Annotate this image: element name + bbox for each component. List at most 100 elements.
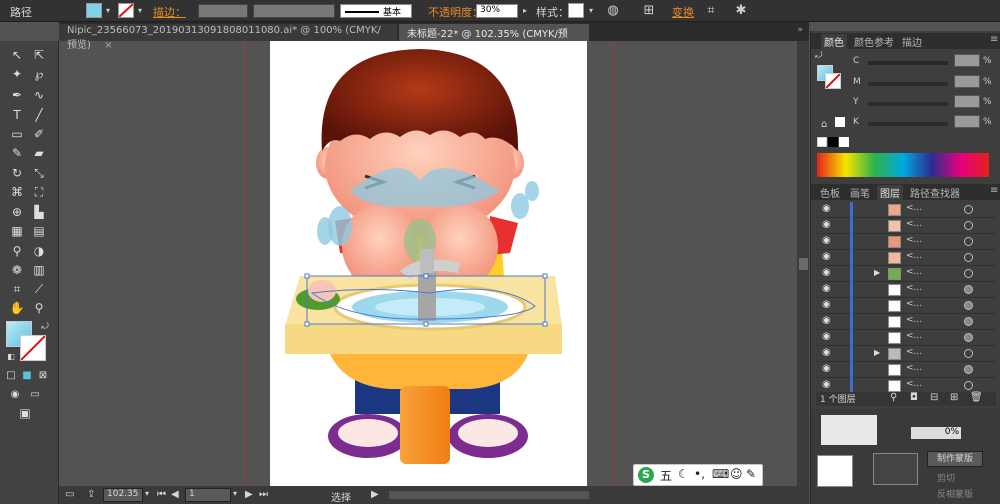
opacity-percent-field[interactable]: 0% (911, 427, 961, 439)
transform-link[interactable]: 变换 (672, 4, 694, 20)
share-icon[interactable]: ⇪ (87, 489, 95, 500)
variable-width-profile[interactable] (253, 4, 335, 18)
free-transform-icon[interactable]: ⛶ (30, 184, 48, 201)
gradient-mode-icon[interactable]: ■ (21, 367, 33, 384)
layer-row[interactable]: ◉ <... (816, 282, 996, 298)
color-spectrum[interactable] (817, 153, 989, 177)
ime-toolbar[interactable]: S 五 ☾ •, ⌨ ☺ ✎ (633, 464, 763, 486)
layer-name[interactable]: <... (906, 203, 922, 213)
target-circle-icon[interactable] (964, 301, 973, 310)
color-mode-icon[interactable]: □ (5, 367, 17, 384)
eraser-icon[interactable]: ▰ (30, 145, 48, 162)
layer-row[interactable]: ◉ ▶ <... (816, 346, 996, 362)
chevron-down-icon[interactable]: ▾ (145, 489, 149, 498)
expand-triangle-icon[interactable]: ▶ (874, 348, 880, 357)
visibility-eye-icon[interactable]: ◉ (822, 219, 831, 230)
chevron-down-icon[interactable]: ▾ (233, 489, 237, 498)
target-circle-icon[interactable] (964, 237, 973, 246)
mesh-tool-icon[interactable]: ▦ (8, 223, 26, 240)
make-mask-button[interactable]: 制作蒙版 (927, 451, 983, 467)
close-icon[interactable]: × (104, 40, 112, 51)
panel-menu-icon[interactable]: ≡ (987, 34, 1000, 45)
opacity-label[interactable]: 不透明度： (428, 4, 483, 20)
none-swatch[interactable] (817, 137, 827, 147)
visibility-eye-icon[interactable]: ◉ (822, 363, 831, 374)
layer-name[interactable]: <... (906, 267, 922, 277)
stroke-swatch[interactable] (118, 3, 134, 18)
channel-k-slider[interactable] (868, 122, 948, 126)
chevron-down-icon[interactable]: ▾ (134, 2, 146, 20)
target-circle-icon[interactable] (964, 381, 973, 390)
delete-layer-icon[interactable]: 🗑 (970, 392, 983, 403)
swap-colors-icon[interactable]: ⤾ (815, 51, 823, 61)
panel-menu-icon[interactable]: ✱ (732, 2, 750, 20)
black-swatch[interactable] (828, 137, 838, 147)
layer-name[interactable]: <... (906, 219, 922, 229)
white-swatch[interactable] (839, 137, 849, 147)
visibility-eye-icon[interactable]: ◉ (822, 251, 831, 262)
layer-row[interactable]: ◉ <... (816, 202, 996, 218)
visibility-eye-icon[interactable]: ◉ (822, 347, 831, 358)
target-circle-icon[interactable] (964, 333, 973, 342)
layer-row[interactable]: ◉ <... (816, 234, 996, 250)
visibility-eye-icon[interactable]: ◉ (822, 235, 831, 246)
artboard-number-field[interactable]: 1 (185, 488, 231, 502)
target-circle-icon[interactable] (964, 317, 973, 326)
screen-mode-icon[interactable]: ▭ (26, 386, 44, 403)
locate-object-icon[interactable]: ⚲ (890, 392, 897, 403)
moon-icon[interactable]: ☾ (678, 467, 689, 481)
none-mode-icon[interactable]: ⊠ (37, 367, 49, 384)
blend-tool-icon[interactable]: ◑ (30, 243, 48, 260)
status-menu-icon[interactable]: ▶ (371, 489, 379, 500)
stroke-color-box[interactable] (825, 73, 841, 89)
layer-row[interactable]: ◉ <... (816, 218, 996, 234)
white-swatch[interactable] (835, 117, 845, 127)
channel-m-field[interactable] (954, 75, 980, 88)
stroke-weight-field[interactable] (198, 4, 248, 18)
target-circle-icon[interactable] (964, 221, 973, 230)
target-circle-icon[interactable] (964, 269, 973, 278)
channel-k-field[interactable] (954, 115, 980, 128)
layer-name[interactable]: <... (906, 347, 922, 357)
direct-selection-tool-icon[interactable]: ⇱ (30, 47, 48, 64)
zoom-tool-icon[interactable]: ⚲ (30, 300, 48, 317)
scrollbar-thumb[interactable] (799, 258, 808, 270)
stroke-label[interactable]: 描边： (153, 4, 186, 20)
fill-swatch[interactable] (86, 3, 102, 18)
layer-name[interactable]: <... (906, 283, 922, 293)
default-colors-icon[interactable]: ◧ (2, 348, 20, 365)
channel-m-slider[interactable] (868, 82, 948, 86)
pen-tool-icon[interactable]: ✒ (8, 87, 26, 104)
user-icon[interactable]: ☺ (730, 467, 743, 481)
out-of-gamut-icon[interactable]: ⌂ (821, 119, 827, 130)
horizontal-scrollbar[interactable] (389, 491, 589, 499)
channel-c-field[interactable] (954, 54, 980, 67)
first-artboard-icon[interactable]: ⏮ (157, 489, 166, 500)
artboard-tool-icon[interactable]: ⌗ (8, 281, 26, 298)
rotate-tool-icon[interactable]: ↻ (8, 165, 26, 182)
double-chevron-icon[interactable]: » (797, 25, 803, 35)
chevron-down-icon[interactable]: ▾ (102, 2, 114, 20)
slice-tool-icon[interactable]: ⟋ (30, 281, 48, 298)
layer-row[interactable]: ◉ <... (816, 314, 996, 330)
previous-artboard-icon[interactable]: ◀ (171, 489, 179, 500)
visibility-eye-icon[interactable]: ◉ (822, 299, 831, 310)
visibility-eye-icon[interactable]: ◉ (822, 283, 831, 294)
scale-tool-icon[interactable]: ⤡ (30, 165, 48, 182)
layer-row[interactable]: ◉ <... (816, 250, 996, 266)
visibility-eye-icon[interactable]: ◉ (822, 315, 831, 326)
line-tool-icon[interactable]: ╱ (30, 107, 48, 124)
channel-y-slider[interactable] (868, 102, 948, 106)
layer-name[interactable]: <... (906, 315, 922, 325)
visibility-eye-icon[interactable]: ◉ (822, 379, 831, 390)
chevron-right-icon[interactable]: ▸ (520, 2, 530, 20)
layer-row[interactable]: ◉ <... (816, 362, 996, 378)
clip-checkbox-label[interactable]: 剪切 (937, 471, 955, 484)
tab-color-guide[interactable]: 颜色参考 (851, 34, 897, 49)
tab-pathfinder[interactable]: 路径查找器 (907, 185, 963, 200)
selection-tool-icon[interactable]: ↖ (8, 47, 26, 64)
visibility-eye-icon[interactable]: ◉ (822, 331, 831, 342)
paintbrush-icon[interactable]: ✐ (30, 126, 48, 143)
isolate-icon[interactable]: ⌗ (702, 2, 720, 20)
lasso-icon[interactable]: ℘ (30, 66, 48, 83)
